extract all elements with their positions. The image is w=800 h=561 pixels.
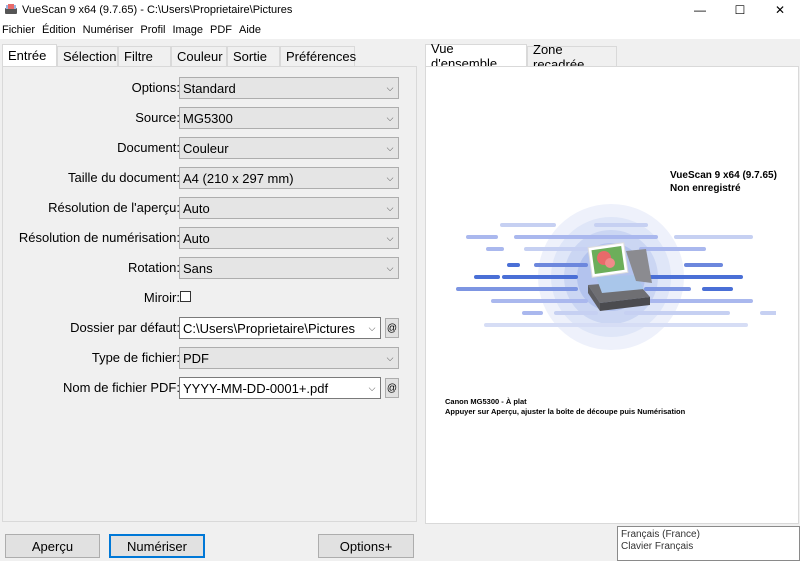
file-type-value: PDF [183, 350, 209, 366]
preview-res-value: Auto [183, 200, 210, 216]
source-select[interactable]: MG5300 ⌵ [179, 107, 399, 129]
scan-res-row: Résolution de numérisation: Auto ⌵ [3, 227, 418, 249]
doc-size-value: A4 (210 x 297 mm) [183, 170, 294, 186]
scan-res-select[interactable]: Auto ⌵ [179, 227, 399, 249]
mirror-label: Miroir: [143, 290, 180, 305]
chevron-down-icon: ⌵ [386, 202, 394, 213]
document-select[interactable]: Couleur ⌵ [179, 137, 399, 159]
menu-fichier[interactable]: Fichier [0, 24, 40, 36]
scan-res-value: Auto [183, 230, 210, 246]
vuescan-app-icon [4, 3, 18, 17]
doc-size-select[interactable]: A4 (210 x 297 mm) ⌵ [179, 167, 399, 189]
file-type-select[interactable]: PDF ⌵ [179, 347, 399, 369]
source-label: Source: [135, 110, 180, 125]
document-label: Document: [117, 140, 180, 155]
file-type-row: Type de fichier: PDF ⌵ [3, 347, 418, 369]
tab-zone-recadree[interactable]: Zone recadrée [527, 42, 617, 72]
rotation-value: Sans [183, 260, 213, 276]
file-type-label: Type de fichier: [91, 350, 180, 365]
chevron-down-icon: ⌵ [386, 172, 394, 183]
menu-edition[interactable]: Édition [40, 24, 81, 36]
pdf-name-input[interactable]: YYYY-MM-DD-0001+.pdf ⌵ [179, 377, 381, 399]
tab-couleur[interactable]: Couleur [171, 46, 227, 66]
preview-res-label: Résolution de l'aperçu: [48, 200, 180, 215]
menu-numeriser[interactable]: Numériser [81, 24, 139, 36]
chevron-down-icon[interactable]: ⌵ [364, 323, 380, 334]
mirror-checkbox[interactable] [180, 291, 191, 302]
tab-selection[interactable]: Sélection [57, 46, 118, 66]
folder-browse-button[interactable]: @ [385, 318, 399, 338]
pdf-name-value: YYYY-MM-DD-0001+.pdf [183, 380, 329, 396]
input-settings-panel: Options: Standard ⌵ Source: MG5300 ⌵ Doc… [2, 66, 417, 522]
registration-status: Non enregistré [670, 183, 741, 194]
pdf-name-macro-button[interactable]: @ [385, 378, 399, 398]
default-folder-input[interactable]: C:\Users\Proprietaire\Pictures ⌵ [179, 317, 381, 339]
preview-res-select[interactable]: Auto ⌵ [179, 197, 399, 219]
rotation-label: Rotation: [127, 260, 180, 275]
preview-button[interactable]: Aperçu [5, 534, 100, 558]
chevron-down-icon: ⌵ [386, 112, 394, 123]
language-name: Français (France) [621, 529, 700, 540]
scan-button[interactable]: Numériser [109, 534, 205, 558]
maximize-button[interactable]: ☐ [720, 0, 760, 20]
menu-profil[interactable]: Profil [138, 24, 170, 36]
pdf-name-label: Nom de fichier PDF: [62, 380, 180, 395]
source-value: MG5300 [183, 110, 233, 126]
default-folder-row: Dossier par défaut: C:\Users\Proprietair… [3, 317, 418, 339]
chevron-down-icon[interactable]: ⌵ [364, 383, 380, 394]
doc-size-row: Taille du document: A4 (210 x 297 mm) ⌵ [3, 167, 418, 189]
pdf-name-row: Nom de fichier PDF: YYYY-MM-DD-0001+.pdf… [3, 377, 418, 399]
options-value: Standard [183, 80, 236, 96]
close-button[interactable]: ✕ [760, 0, 800, 20]
options-select[interactable]: Standard ⌵ [179, 77, 399, 99]
options-row: Options: Standard ⌵ [3, 77, 418, 99]
chevron-down-icon: ⌵ [386, 232, 394, 243]
settings-tabs: Entrée Sélection Filtre Couleur Sortie P… [2, 44, 356, 66]
chevron-down-icon: ⌵ [386, 352, 394, 363]
brand-title: VueScan 9 x64 (9.7.65) [670, 170, 777, 181]
source-row: Source: MG5300 ⌵ [3, 107, 418, 129]
title-bar: VueScan 9 x64 (9.7.65) - C:\Users\Propri… [0, 0, 800, 20]
default-folder-label: Dossier par défaut: [70, 320, 180, 335]
keyboard-layout: Clavier Français [621, 541, 694, 552]
language-indicator[interactable]: Français (France) Clavier Français [617, 526, 800, 561]
more-options-button[interactable]: Options+ [318, 534, 414, 558]
chevron-down-icon: ⌵ [386, 142, 394, 153]
default-folder-value: C:\Users\Proprietaire\Pictures [183, 320, 355, 336]
tab-filtre[interactable]: Filtre [118, 46, 171, 66]
tab-entree[interactable]: Entrée [2, 44, 57, 66]
rotation-row: Rotation: Sans ⌵ [3, 257, 418, 279]
menu-aide[interactable]: Aide [237, 24, 266, 36]
preview-hint-text: Appuyer sur Aperçu, ajuster la boîte de … [445, 407, 686, 416]
document-row: Document: Couleur ⌵ [3, 137, 418, 159]
minimize-button[interactable]: — [680, 0, 720, 20]
scanner-illustration [456, 204, 776, 350]
rotation-select[interactable]: Sans ⌵ [179, 257, 399, 279]
tab-vue-ensemble[interactable]: Vue d'ensemble [425, 41, 527, 71]
document-value: Couleur [183, 140, 229, 156]
menu-image[interactable]: Image [170, 24, 208, 36]
chevron-down-icon: ⌵ [386, 82, 394, 93]
menu-pdf[interactable]: PDF [208, 24, 237, 36]
mirror-row: Miroir: [3, 287, 418, 309]
chevron-down-icon: ⌵ [386, 262, 394, 273]
preview-res-row: Résolution de l'aperçu: Auto ⌵ [3, 197, 418, 219]
scan-res-label: Résolution de numérisation: [18, 230, 180, 245]
tab-preferences[interactable]: Préférences [280, 46, 356, 66]
preview-tabs: Vue d'ensemble Zone recadrée [425, 41, 617, 72]
doc-size-label: Taille du document: [67, 170, 180, 185]
menu-bar: Fichier Édition Numériser Profil Image P… [0, 20, 800, 39]
options-label: Options: [131, 80, 180, 95]
scanner-info-text: Canon MG5300 - À plat [445, 397, 527, 406]
tab-sortie[interactable]: Sortie [227, 46, 280, 66]
preview-panel: VueScan 9 x64 (9.7.65) Non enregistré Ca… [425, 66, 799, 524]
window-title: VueScan 9 x64 (9.7.65) - C:\Users\Propri… [22, 4, 293, 16]
